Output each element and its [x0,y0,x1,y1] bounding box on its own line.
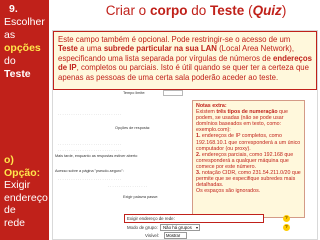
callout-text: , completos ou parciais. Isto é útil qua… [58,63,309,82]
form-placeholder-text: . . . . . . . . . . . . . . . . . . . . … [58,147,122,152]
option-label: o) Opção: [4,154,41,179]
notes-item-number: 2. [196,151,201,158]
title-mid: do [191,3,207,18]
help-icon[interactable]: ? [283,224,290,231]
option-line: rede [4,216,26,229]
form-label: Exigir palavra passe: [123,195,159,199]
callout-text: Este campo também é opcional. Pode restr… [58,35,291,44]
form-label: Mais tarde, enquanto as respostas estive… [55,154,138,158]
form-label: Opções de resposta: [115,126,151,130]
visible-value: Mostrar [166,233,181,238]
option-description: o) Opção: Exigir endereço de rede [4,154,48,229]
notes-callout: Notas extra: Existem três tipos de numer… [192,100,305,218]
time-limit-input[interactable] [163,90,183,96]
form-label: Acesso sobre a página "pseudo-seguro": [55,169,124,173]
group-mode-value: Não há grupos [163,225,192,230]
callout-bold: Teste [58,44,78,54]
group-mode-label: Modo de grupo: [127,225,158,230]
form-placeholder-text: . . . . . . . . . . . . . . . . . . [108,183,147,188]
notes-text: Existem [196,109,215,116]
help-icon[interactable]: ? [283,215,290,222]
notes-item: notação CIDR, como 231.54.211.0/20 que p… [196,170,301,189]
title-corpo: corpo [149,3,188,18]
form-placeholder-text: . . . . . . . . . . . . . . . . . . . . … [58,176,122,181]
notes-bold: três tipos de numeração [216,109,278,116]
network-address-label: Exigir endereço de rede: [127,216,175,221]
callout-text: a uma [79,44,102,54]
notes-footer: Os espaços são ignorados. [196,188,261,195]
option-line: Exigir [4,179,31,191]
step-line: as [4,29,16,41]
notes-heading: Notas extra: [196,103,227,109]
visible-select[interactable]: Mostrar [164,232,187,239]
form-placeholder-text: . . . . . . . . . . . . . . . . . . . . … [58,141,122,146]
info-callout: Este campo também é opcional. Pode restr… [53,31,317,90]
step-line: do [4,55,16,67]
option-line: endereço de [4,191,48,217]
step-number: 9. [9,3,18,15]
notes-item-number: 3. [196,170,201,177]
title-quiz: Quiz [252,3,282,18]
step-instruction: 9. Escolher as opções do Teste [4,3,46,81]
callout-bold: subrede particular na sua LAN [103,44,217,54]
sidebar: 9. Escolher as opções do Teste o) Opção:… [0,0,49,240]
notes-item: endereços de IP completos, como 192.168.… [196,133,301,152]
step-line-bold: Teste [4,68,31,80]
group-mode-select[interactable]: Não há grupos ▾ [160,224,200,231]
notes-item: endereços parciais, como 192.168 que cor… [196,151,294,170]
visible-label: Visível: [145,233,160,238]
step-line: Escolher [4,16,45,28]
chevron-down-icon: ▾ [195,225,198,230]
title-prefix: Criar o [105,3,147,18]
step-line-highlight: opções [4,42,41,54]
title-teste: Teste [210,3,245,18]
form-label: Tempo limite: [123,91,146,95]
page-title: Criar o corpo do Teste (Quiz) [105,3,287,18]
notes-item-number: 1. [196,133,201,140]
form-placeholder-text: . . . . . . . . . . . . . . . . . . . . … [58,111,122,116]
